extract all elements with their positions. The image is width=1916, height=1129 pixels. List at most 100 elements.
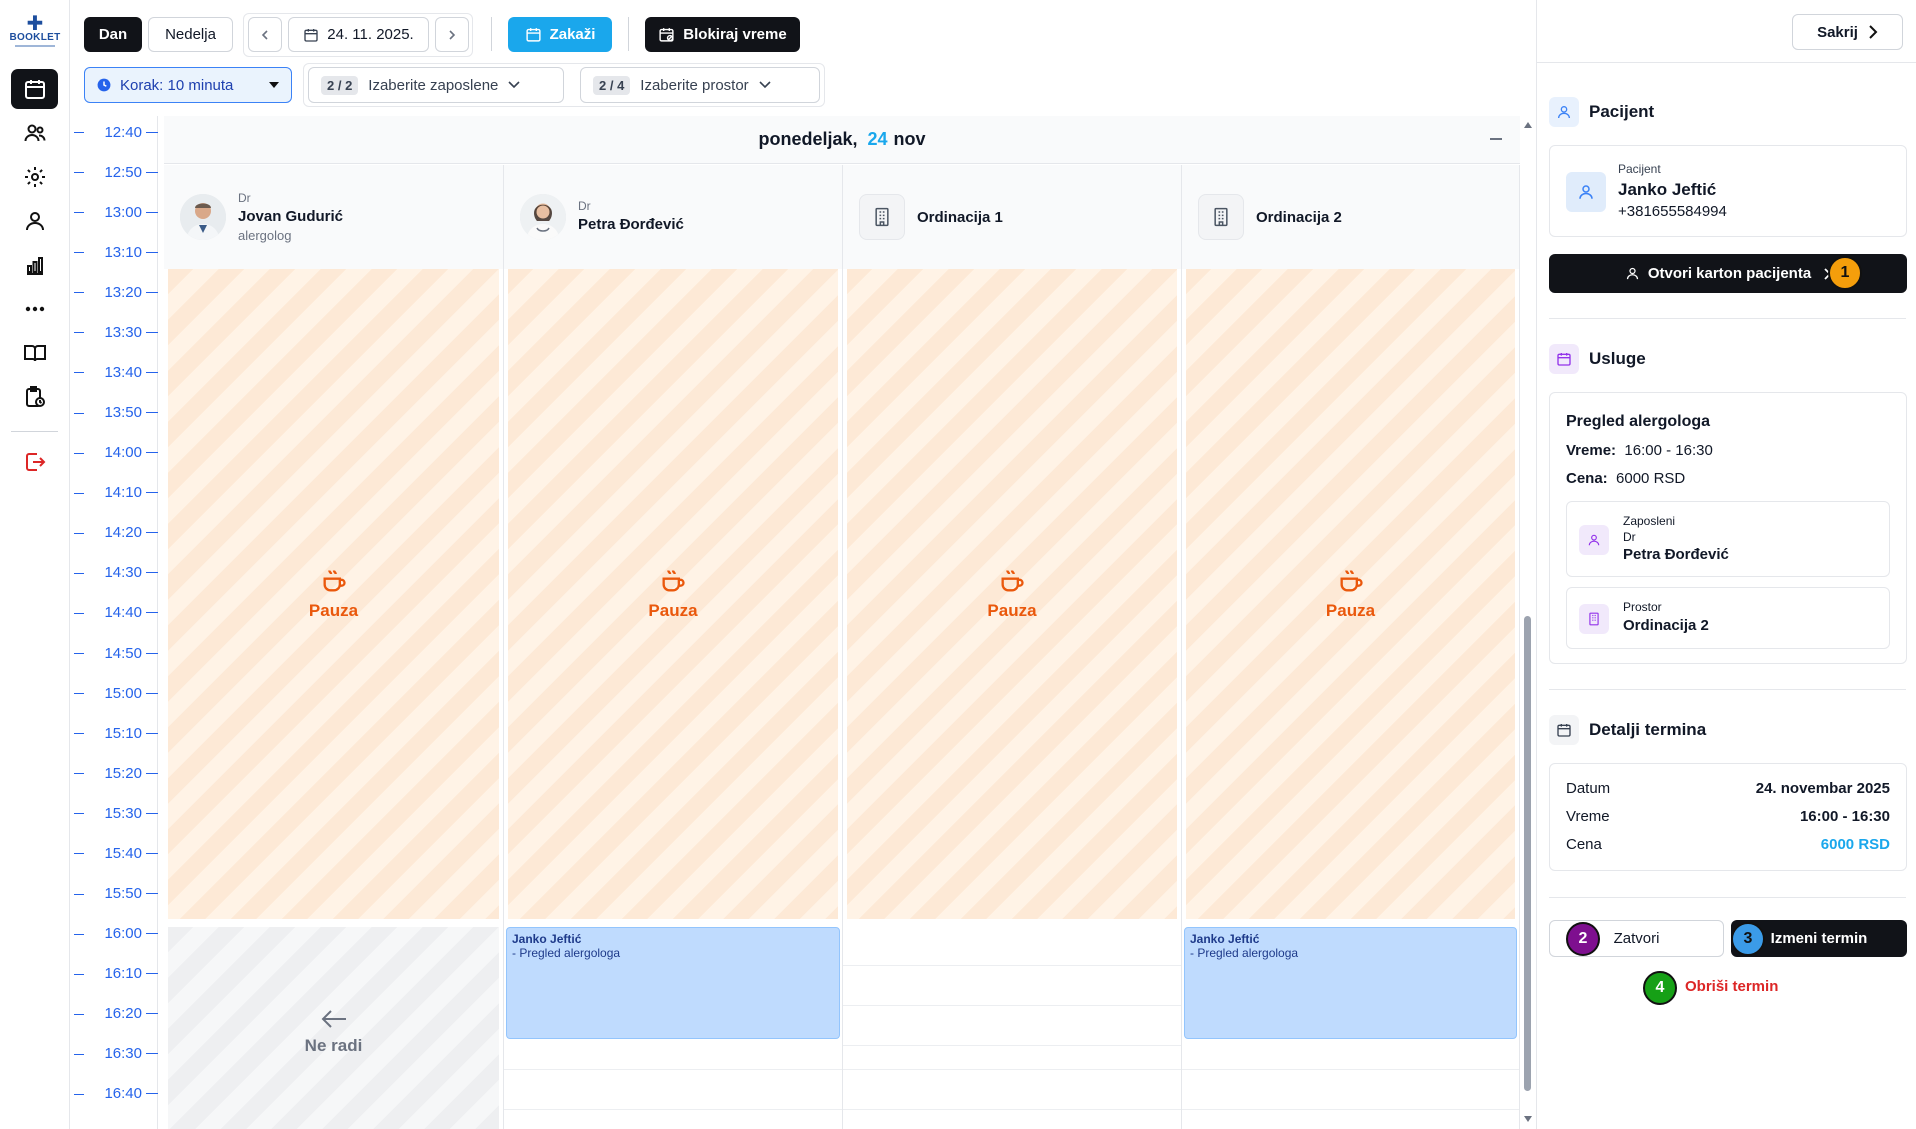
pause-block[interactable]: Pauza bbox=[508, 269, 838, 919]
time-tick-mark bbox=[146, 131, 158, 133]
pause-label: Pauza bbox=[308, 601, 359, 620]
calendar-column[interactable]: Pauza Janko Jeftić - Pregled alergologa bbox=[504, 269, 843, 1129]
nav-logout[interactable] bbox=[11, 442, 58, 482]
collapse-icon[interactable] bbox=[1490, 138, 1502, 140]
time-label-text: 14:40 bbox=[104, 604, 142, 622]
time-tick-mark bbox=[146, 772, 158, 774]
nav-more[interactable] bbox=[11, 289, 58, 329]
time-tick-mark bbox=[74, 612, 84, 614]
prev-day-button[interactable] bbox=[248, 17, 282, 52]
step-badge-2: 2 bbox=[1566, 922, 1600, 956]
nav-docs[interactable] bbox=[11, 333, 58, 373]
next-day-button[interactable] bbox=[435, 17, 469, 52]
calendar-column[interactable]: Pauza Ne radi bbox=[164, 269, 504, 1129]
time-tick-mark bbox=[74, 492, 84, 494]
pause-block[interactable]: Pauza bbox=[168, 269, 499, 919]
time-label-text: 13:40 bbox=[104, 363, 142, 381]
pause-block[interactable]: Pauza bbox=[1186, 269, 1515, 919]
block-time-button[interactable]: Blokiraj vreme bbox=[645, 17, 800, 52]
patient-card: Pacijent Janko Jeftić +381655584994 bbox=[1549, 145, 1907, 237]
clipboard-clock-icon bbox=[25, 386, 45, 407]
rooms-select-label: Izaberite prostor bbox=[640, 76, 749, 94]
time-label: 13:30 bbox=[70, 322, 158, 342]
scroll-up-arrow-icon[interactable] bbox=[1524, 122, 1532, 128]
pause-block[interactable]: Pauza bbox=[847, 269, 1177, 919]
schedule-button[interactable]: Zakaži bbox=[508, 17, 612, 52]
grid-line bbox=[1182, 1069, 1519, 1070]
time-label: 14:50 bbox=[70, 643, 158, 663]
nav-clients[interactable] bbox=[11, 113, 58, 153]
scroll-down-arrow-icon[interactable] bbox=[1524, 1116, 1532, 1122]
booklet-logo[interactable]: ✚ BOOKLET bbox=[8, 13, 62, 48]
detail-price-label: Cena bbox=[1566, 836, 1602, 853]
grid-line bbox=[843, 1109, 1181, 1110]
appointment-block[interactable]: Janko Jeftić - Pregled alergologa bbox=[1184, 927, 1517, 1039]
coffee-icon bbox=[1340, 570, 1363, 592]
time-tick-mark bbox=[74, 132, 84, 133]
calendar-column[interactable]: Pauza Janko Jeftić - Pregled alergologa bbox=[1182, 269, 1520, 1129]
time-tick-mark bbox=[74, 693, 84, 695]
employees-select[interactable]: 2 / 2 Izaberite zaposlene bbox=[308, 67, 564, 103]
appointment-service: - Pregled alergologa bbox=[1190, 946, 1299, 960]
nav-settings[interactable] bbox=[11, 157, 58, 197]
gear-icon bbox=[24, 167, 45, 187]
employee-title: Dr bbox=[238, 191, 251, 205]
nav-calendar[interactable] bbox=[11, 69, 58, 109]
sidebar: ✚ BOOKLET bbox=[0, 0, 70, 1129]
time-tick-mark bbox=[74, 372, 84, 374]
time-label-text: 14:30 bbox=[104, 564, 142, 582]
chart-icon bbox=[26, 257, 43, 275]
employee-name: Petra Đorđević bbox=[1623, 546, 1729, 563]
employee-label: Zaposleni bbox=[1623, 514, 1676, 528]
logout-icon bbox=[25, 453, 45, 471]
time-tick-mark bbox=[74, 532, 84, 534]
hide-panel-button[interactable]: Sakrij bbox=[1792, 14, 1903, 50]
delete-appointment-link[interactable]: Obriši termin bbox=[1685, 978, 1778, 995]
service-time-value: 16:00 - 16:30 bbox=[1624, 442, 1713, 459]
grid-line bbox=[1182, 1109, 1519, 1110]
view-week-button[interactable]: Nedelja bbox=[148, 17, 233, 52]
step-select[interactable]: Korak: 10 minuta bbox=[84, 67, 292, 103]
user-icon bbox=[1579, 525, 1609, 555]
arrow-left-icon bbox=[321, 1010, 346, 1028]
nav-profile[interactable] bbox=[11, 201, 58, 241]
grid-line bbox=[843, 1045, 1181, 1046]
rooms-select[interactable]: 2 / 4 Izaberite prostor bbox=[580, 67, 820, 103]
services-section-title: Usluge bbox=[1549, 344, 1646, 374]
time-tick-mark bbox=[74, 1013, 84, 1015]
time-label-text: 16:20 bbox=[104, 1005, 142, 1023]
toolbar-divider bbox=[628, 17, 629, 51]
time-label: 13:40 bbox=[70, 362, 158, 382]
time-tick-mark bbox=[146, 812, 158, 814]
panel-divider bbox=[1549, 897, 1906, 898]
scrollbar-thumb[interactable] bbox=[1524, 616, 1531, 1091]
not-working-block: Ne radi bbox=[168, 927, 499, 1129]
doctor-avatar-icon bbox=[180, 194, 226, 240]
open-patient-chart-label: Otvori karton pacijenta bbox=[1647, 265, 1812, 282]
time-label: 14:00 bbox=[70, 443, 158, 463]
employee-name: Petra Đorđević bbox=[578, 215, 684, 233]
grid-line bbox=[843, 1069, 1181, 1070]
time-tick-mark bbox=[146, 732, 158, 734]
view-day-button[interactable]: Dan bbox=[84, 17, 142, 52]
grid-line bbox=[504, 1069, 842, 1070]
building-icon bbox=[1198, 194, 1244, 240]
time-tick-mark bbox=[146, 652, 158, 654]
appointment-block[interactable]: Janko Jeftić - Pregled alergologa bbox=[506, 927, 840, 1039]
time-tick-mark bbox=[146, 973, 158, 975]
employee-title: Dr bbox=[578, 198, 591, 213]
time-tick-mark bbox=[146, 492, 158, 494]
time-label: 14:10 bbox=[70, 483, 158, 503]
chevron-right-icon bbox=[1869, 25, 1878, 39]
time-label: 14:30 bbox=[70, 563, 158, 583]
time-tick-mark bbox=[146, 371, 158, 373]
date-picker-button[interactable]: 24. 11. 2025. bbox=[288, 17, 429, 52]
nav-history[interactable] bbox=[11, 377, 58, 417]
time-label: 16:30 bbox=[70, 1044, 158, 1064]
calendar-scrollbar[interactable] bbox=[1520, 116, 1536, 1129]
time-label-text: 14:20 bbox=[104, 524, 142, 542]
calendar-column[interactable]: Pauza bbox=[843, 269, 1182, 1129]
nav-reports[interactable] bbox=[11, 245, 58, 285]
step-badge-1: 1 bbox=[1828, 256, 1862, 290]
time-tick-mark bbox=[146, 692, 158, 694]
